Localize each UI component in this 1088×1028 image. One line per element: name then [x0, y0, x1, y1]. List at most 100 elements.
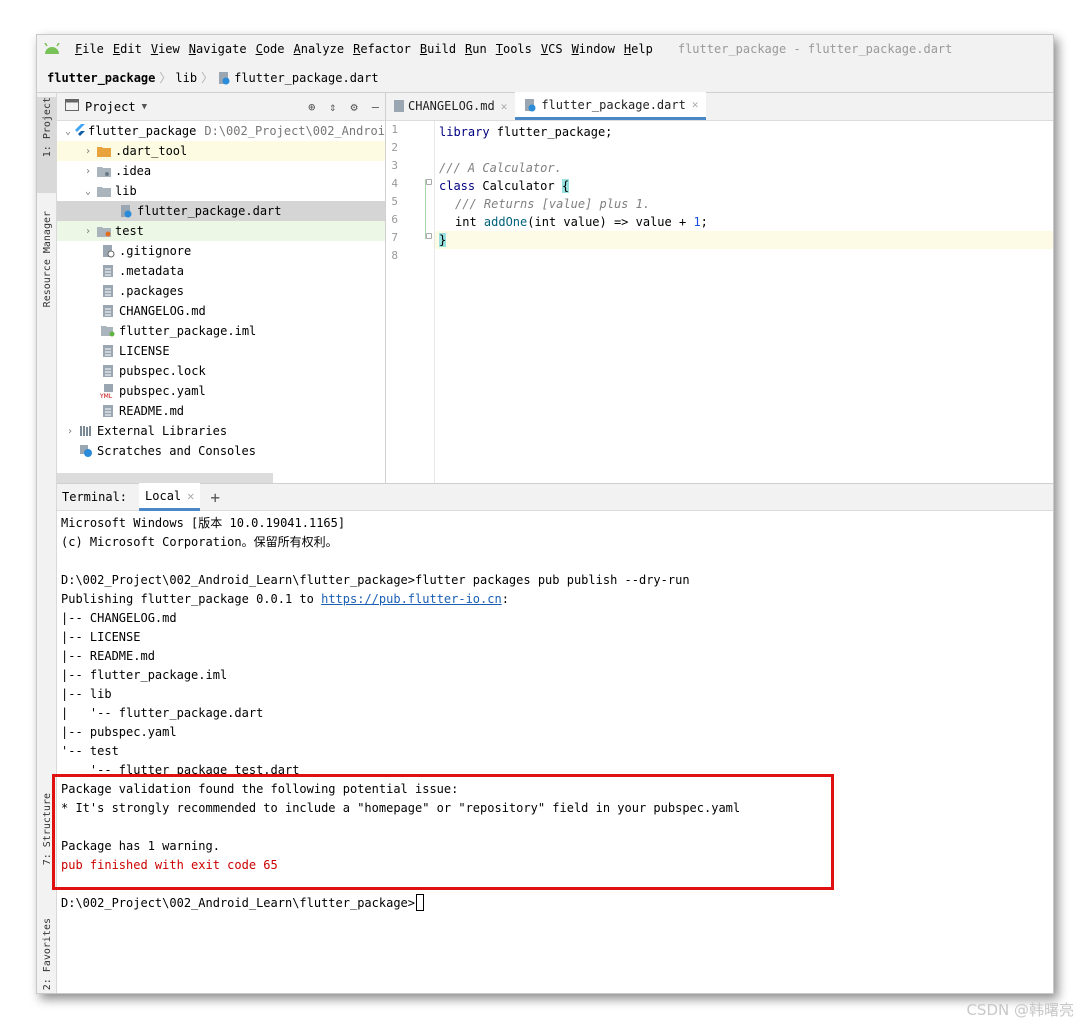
text-file-icon	[99, 283, 117, 299]
terminal-line: '-- test	[61, 743, 119, 758]
line-number: 6	[391, 213, 398, 226]
project-tree: ⌄ flutter_package D:\002_Project\002_And…	[57, 121, 385, 483]
tree-item-pubspec-lock[interactable]: pubspec.lock	[57, 361, 385, 381]
close-icon[interactable]: ✕	[187, 489, 194, 503]
minimize-icon[interactable]: —	[372, 100, 379, 114]
test-folder-icon	[95, 223, 113, 239]
tree-item-label: .metadata	[119, 264, 185, 278]
markdown-file-icon	[99, 303, 117, 319]
publish-url-link[interactable]: https://pub.flutter-io.cn	[321, 592, 502, 606]
module-file-icon	[99, 323, 117, 339]
tree-item-pubspec-yaml[interactable]: YML pubspec.yaml	[57, 381, 385, 401]
tree-item-label: lib	[115, 184, 137, 198]
tree-item-license[interactable]: LICENSE	[57, 341, 385, 361]
tree-item-gitignore[interactable]: .gitignore	[57, 241, 385, 261]
menu-build[interactable]: Build	[420, 42, 456, 56]
folder-settings-icon	[95, 163, 113, 179]
tree-item-label: .packages	[119, 284, 185, 298]
chevron-right-icon[interactable]: ›	[81, 166, 95, 177]
menu-window[interactable]: Window	[572, 42, 615, 56]
tree-item-iml[interactable]: flutter_package.iml	[57, 321, 385, 341]
add-terminal-icon[interactable]: +	[210, 488, 220, 507]
tree-item-external-libraries[interactable]: › External Libraries	[57, 421, 385, 441]
dart-file-icon	[523, 98, 537, 112]
tree-item-dart-tool[interactable]: › .dart_tool	[57, 141, 385, 161]
chevron-right-icon[interactable]: ›	[81, 146, 95, 157]
code-token: ;	[700, 215, 708, 229]
tree-root[interactable]: ⌄ flutter_package D:\002_Project\002_And…	[57, 121, 385, 141]
caret-down-icon[interactable]: ▼	[142, 102, 147, 112]
breadcrumb-project[interactable]: flutter_package	[47, 71, 155, 85]
tree-item-packages[interactable]: .packages	[57, 281, 385, 301]
terminal-title: Terminal:	[62, 490, 128, 504]
breadcrumb-lib[interactable]: lib	[175, 71, 197, 85]
close-icon[interactable]: ✕	[692, 98, 699, 111]
menu-tools[interactable]: Tools	[496, 42, 532, 56]
favorites-tool-tab[interactable]: 2: Favorites	[37, 918, 57, 993]
menu-view[interactable]: View	[151, 42, 180, 56]
breadcrumb: flutter_package 〉 lib 〉 flutter_package.…	[37, 63, 1053, 93]
tab-label: Local	[145, 488, 182, 503]
menu-vcs[interactable]: VCS	[541, 42, 563, 56]
terminal-line: Package has 1 warning.	[61, 838, 220, 853]
tree-item-label: CHANGELOG.md	[119, 304, 206, 318]
tree-item-metadata[interactable]: .metadata	[57, 261, 385, 281]
terminal-line: |-- pubspec.yaml	[61, 724, 177, 739]
tree-item-test[interactable]: › test	[57, 221, 385, 241]
tree-horizontal-scrollbar[interactable]	[57, 473, 273, 483]
terminal-line: Microsoft Windows [版本 10.0.19041.1165]	[61, 516, 346, 530]
project-view-selector[interactable]: Project	[85, 100, 136, 114]
close-icon[interactable]: ✕	[501, 100, 508, 113]
menu-help[interactable]: Help	[624, 42, 653, 56]
code-editor[interactable]: library flutter_package; /// A Calculato…	[435, 121, 1053, 483]
chevron-right-icon[interactable]: ›	[63, 426, 77, 437]
collapse-all-icon[interactable]: ⇕	[329, 100, 336, 114]
menu-file[interactable]: File	[75, 42, 104, 56]
tree-item-label: flutter_package.dart	[137, 204, 282, 218]
chevron-down-icon[interactable]: ⌄	[81, 186, 95, 197]
code-comment: /// A Calculator.	[439, 161, 562, 175]
menu-analyze[interactable]: Analyze	[294, 42, 345, 56]
terminal-line: |-- flutter_package.iml	[61, 667, 228, 682]
root-label: flutter_package	[88, 124, 197, 138]
terminal-prompt[interactable]: D:\002_Project\002_Android_Learn\flutter…	[61, 893, 425, 912]
text-file-icon	[99, 263, 117, 279]
tree-item-scratches[interactable]: Scratches and Consoles	[57, 441, 385, 461]
tree-item-flutter-package-dart[interactable]: flutter_package.dart	[57, 201, 385, 221]
code-brace: {	[561, 179, 570, 193]
fold-icon[interactable]	[426, 179, 432, 185]
terminal-output[interactable]: Microsoft Windows [版本 10.0.19041.1165] (…	[57, 511, 1053, 993]
tree-item-changelog[interactable]: CHANGELOG.md	[57, 301, 385, 321]
structure-tool-tab[interactable]: 7: Structure	[37, 793, 57, 893]
menu-navigate[interactable]: Navigate	[189, 42, 247, 56]
gear-icon[interactable]: ⚙	[351, 100, 358, 114]
tab-local-terminal[interactable]: Local ✕	[139, 483, 201, 511]
resource-manager-label: Resource Manager	[41, 211, 53, 308]
menu-code[interactable]: Code	[256, 42, 285, 56]
tree-item-idea[interactable]: › .idea	[57, 161, 385, 181]
terminal-text: :	[501, 591, 509, 606]
code-token: int	[455, 215, 484, 229]
line-number: 5	[391, 195, 398, 208]
locate-icon[interactable]: ⊕	[308, 100, 315, 114]
menu-refactor[interactable]: Refactor	[353, 42, 411, 56]
menu-edit[interactable]: Edit	[113, 42, 142, 56]
project-tool-tab[interactable]: 1: Project	[37, 97, 57, 193]
tab-flutter-package-dart[interactable]: flutter_package.dart ✕	[515, 92, 707, 120]
tree-item-readme[interactable]: README.md	[57, 401, 385, 421]
chevron-down-icon[interactable]: ⌄	[63, 126, 73, 137]
resource-manager-tool-tab[interactable]: Resource Manager	[37, 211, 57, 346]
dart-file-icon	[217, 71, 231, 85]
tab-changelog[interactable]: CHANGELOG.md ✕	[386, 92, 515, 120]
breadcrumb-file[interactable]: flutter_package.dart	[234, 71, 379, 85]
chevron-right-icon[interactable]: ›	[81, 226, 95, 237]
tree-item-label: LICENSE	[119, 344, 170, 358]
folder-icon	[95, 143, 113, 159]
menu-run[interactable]: Run	[465, 42, 487, 56]
change-marker	[425, 179, 426, 239]
code-token: class	[439, 179, 476, 193]
fold-icon[interactable]	[426, 233, 432, 239]
terminal-line: Publishing flutter_package 0.0.1 to http…	[61, 589, 509, 608]
project-panel-icon	[65, 99, 79, 114]
tree-item-lib[interactable]: ⌄ lib	[57, 181, 385, 201]
